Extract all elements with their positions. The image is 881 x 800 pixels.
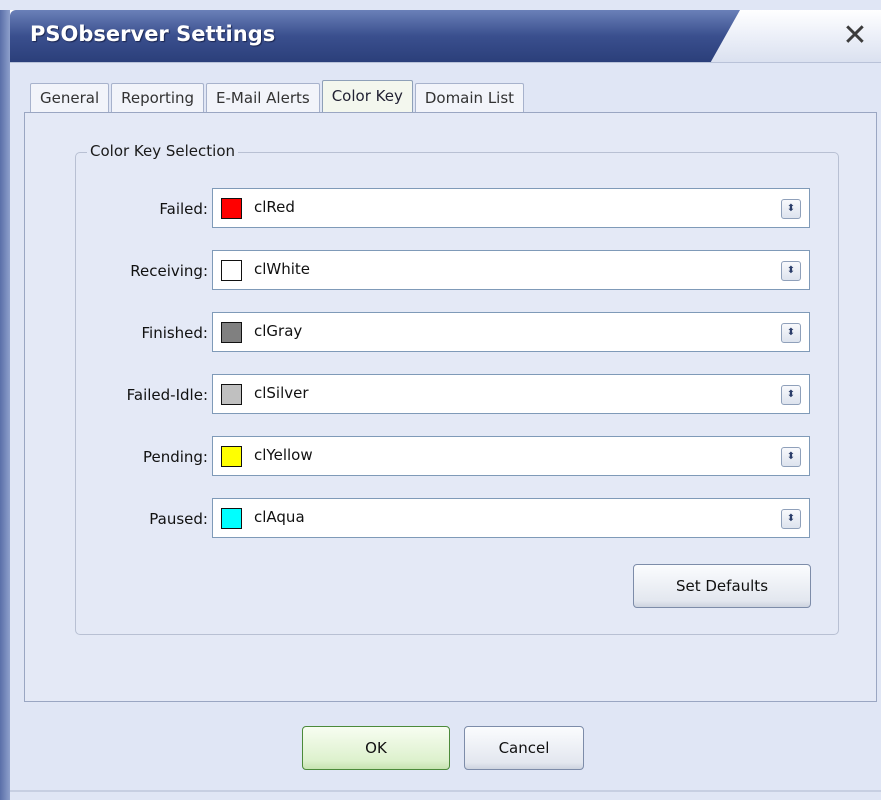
set-defaults-button[interactable]: Set Defaults — [633, 564, 811, 608]
title-bar[interactable]: PSObserver Settings ✕ — [10, 10, 881, 63]
label-failed-idle: Failed-Idle: — [126, 386, 208, 404]
up-down-arrow-icon[interactable]: ⬍ — [781, 323, 801, 343]
row-failed-idle: Failed-Idle: clSilver ⬍ — [80, 374, 820, 418]
row-finished: Finished: clGray ⬍ — [80, 312, 820, 356]
tab-general[interactable]: General — [30, 83, 110, 112]
label-paused: Paused: — [149, 510, 208, 528]
up-down-arrow-icon[interactable]: ⬍ — [781, 261, 801, 281]
up-down-arrow-icon[interactable]: ⬍ — [781, 447, 801, 467]
cancel-button[interactable]: Cancel — [464, 726, 584, 770]
row-receiving: Receiving: clWhite ⬍ — [80, 250, 820, 294]
label-receiving: Receiving: — [130, 262, 208, 280]
tab-color-key[interactable]: Color Key — [321, 80, 413, 112]
swatch-pending — [221, 446, 242, 467]
tab-reporting[interactable]: Reporting — [111, 83, 205, 112]
swatch-finished — [221, 322, 242, 343]
row-pending: Pending: clYellow ⬍ — [80, 436, 820, 480]
combo-pending[interactable]: clYellow ⬍ — [212, 436, 810, 476]
tab-email-alerts[interactable]: E-Mail Alerts — [206, 83, 320, 112]
up-down-arrow-icon[interactable]: ⬍ — [781, 509, 801, 529]
window-border — [0, 10, 10, 800]
combo-value: clSilver — [254, 384, 309, 402]
up-down-arrow-icon[interactable]: ⬍ — [781, 385, 801, 405]
combo-value: clAqua — [254, 508, 305, 526]
groupbox-title: Color Key Selection — [87, 142, 239, 160]
combo-value: clYellow — [254, 446, 313, 464]
combo-receiving[interactable]: clWhite ⬍ — [212, 250, 810, 290]
combo-value: clRed — [254, 198, 295, 216]
up-down-arrow-icon[interactable]: ⬍ — [781, 199, 801, 219]
combo-finished[interactable]: clGray ⬍ — [212, 312, 810, 352]
combo-paused[interactable]: clAqua ⬍ — [212, 498, 810, 538]
label-pending: Pending: — [142, 448, 208, 466]
row-paused: Paused: clAqua ⬍ — [80, 498, 820, 542]
combo-failed[interactable]: clRed ⬍ — [212, 188, 810, 228]
combo-value: clWhite — [254, 260, 311, 278]
swatch-receiving — [221, 260, 242, 281]
window-title: PSObserver Settings — [30, 22, 276, 46]
window-bottom-edge — [10, 790, 881, 792]
swatch-failed-idle — [221, 384, 242, 405]
combo-value: clGray — [254, 322, 303, 340]
label-finished: Finished: — [141, 324, 208, 342]
close-icon[interactable]: ✕ — [837, 18, 873, 54]
row-failed: Failed: clRed ⬍ — [80, 188, 820, 232]
ok-button[interactable]: OK — [302, 726, 450, 770]
settings-window: PSObserver Settings ✕ General Reporting … — [0, 0, 881, 800]
tab-strip: General Reporting E-Mail Alerts Color Ke… — [30, 80, 526, 112]
swatch-paused — [221, 508, 242, 529]
label-failed: Failed: — [159, 200, 208, 218]
tab-domain-list[interactable]: Domain List — [414, 83, 525, 112]
swatch-failed — [221, 198, 242, 219]
combo-failed-idle[interactable]: clSilver ⬍ — [212, 374, 810, 414]
